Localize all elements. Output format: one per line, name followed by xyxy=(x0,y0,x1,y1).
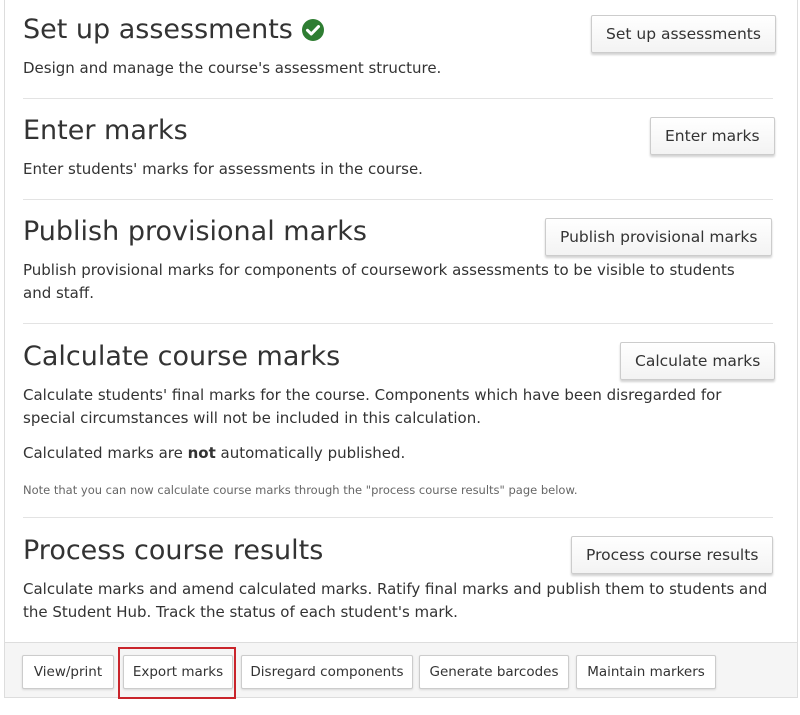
view-print-button[interactable]: View/print xyxy=(22,655,114,689)
section-description: Calculate marks and amend calculated mar… xyxy=(23,580,768,621)
process-course-results-button[interactable]: Process course results xyxy=(571,536,774,574)
enter-marks-button[interactable]: Enter marks xyxy=(650,117,775,155)
section-title-publish-provisional-marks: Publish provisional marks xyxy=(23,216,367,247)
footer-toolbar: View/print Export marks Disregard compon… xyxy=(4,642,798,698)
section-divider xyxy=(23,98,773,99)
disregard-components-button[interactable]: Disregard components xyxy=(241,655,413,689)
section-note: Note that you can now calculate course m… xyxy=(23,483,578,497)
section-divider xyxy=(23,199,773,200)
maintain-markers-button[interactable]: Maintain markers xyxy=(576,655,716,689)
section-title-enter-marks: Enter marks xyxy=(23,115,188,146)
section-description: Publish provisional marks for components… xyxy=(23,261,735,302)
calculate-marks-button[interactable]: Calculate marks xyxy=(620,342,776,380)
section-description: Calculate students' final marks for the … xyxy=(23,386,722,427)
section-title-set-up-assessments: Set up assessments xyxy=(23,14,325,46)
set-up-assessments-button[interactable]: Set up assessments xyxy=(591,15,776,53)
section-title-text: Set up assessments xyxy=(23,14,293,45)
description-text: Calculated marks are xyxy=(23,444,188,462)
section-description: Enter students' marks for assessments in… xyxy=(23,160,423,178)
publish-provisional-marks-button[interactable]: Publish provisional marks xyxy=(545,218,773,256)
section-title-calculate-course-marks: Calculate course marks xyxy=(23,341,341,372)
generate-barcodes-button[interactable]: Generate barcodes xyxy=(419,655,569,689)
description-bold-text: not xyxy=(187,444,216,462)
section-divider xyxy=(23,323,773,324)
assessment-panel: Set up assessments Design and manage the… xyxy=(4,0,798,642)
section-description: Design and manage the course's assessmen… xyxy=(23,59,442,77)
section-description-secondary: Calculated marks are not automatically p… xyxy=(23,442,405,465)
description-text: automatically published. xyxy=(215,444,406,462)
export-marks-button[interactable]: Export marks xyxy=(123,655,233,689)
section-divider xyxy=(23,517,773,518)
check-circle-icon xyxy=(301,18,325,42)
section-title-process-course-results: Process course results xyxy=(23,535,324,566)
